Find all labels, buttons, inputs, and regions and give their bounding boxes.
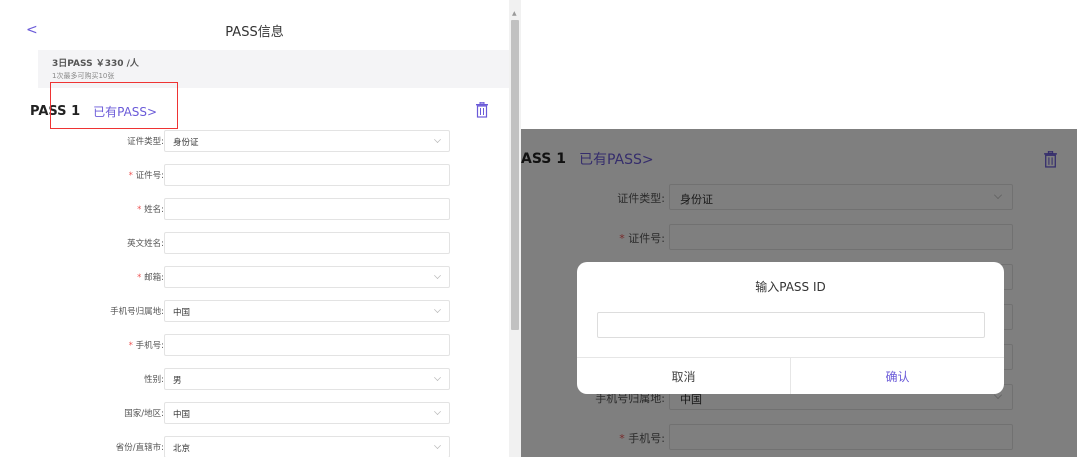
field-label: 国家/地区: <box>124 407 164 419</box>
field-label: * 邮箱: <box>137 271 164 283</box>
field-label-text: 手机号归属地: <box>110 307 164 317</box>
form-row: * 手机号: <box>0 334 509 356</box>
dialog-title: 输入PASS ID <box>755 280 826 294</box>
pass-limit-text: 1次最多可购买10张 <box>52 72 115 80</box>
text-field[interactable] <box>164 232 450 254</box>
field-label: * 证件号: <box>129 169 164 181</box>
chevron-down-icon <box>434 136 441 143</box>
select-field[interactable]: 中国 <box>164 402 450 424</box>
chevron-down-icon <box>434 272 441 279</box>
have-pass-label: 已有PASS <box>93 104 148 119</box>
nav-title: PASS信息 <box>225 25 284 40</box>
chevron-down-icon <box>434 374 441 381</box>
text-field[interactable] <box>164 164 450 186</box>
select-field[interactable]: 身份证 <box>164 130 450 152</box>
scroll-up-icon[interactable]: ▲ <box>512 10 517 17</box>
passenger-label: PASS 1 <box>30 103 81 119</box>
pass-id-dialog: 输入PASS ID 取消 确认 <box>577 262 1004 394</box>
field-label-text: 性别: <box>144 375 164 385</box>
field-label-text: 证件号: <box>135 171 164 181</box>
field-label: 手机号归属地: <box>110 305 164 317</box>
passenger-header: PASS 1 已有PASS> <box>30 102 157 120</box>
left-screen: < PASS信息 3日PASS ￥330 /人 1次最多可购买10张 PASS … <box>0 0 509 457</box>
field-label-text: 省份/直辖市: <box>115 443 164 453</box>
select-field[interactable]: 北京 <box>164 436 450 457</box>
field-label-text: 英文姓名: <box>127 239 164 249</box>
chevron-down-icon <box>434 408 441 415</box>
dialog-buttons: 取消 确认 <box>577 357 1004 394</box>
field-label: 证件类型: <box>127 135 164 147</box>
select-field[interactable] <box>164 266 450 288</box>
trash-icon[interactable] <box>475 102 489 118</box>
form-row: 省份/直辖市: 北京 <box>0 436 509 457</box>
field-value: 北京 <box>173 444 191 454</box>
required-marker: * <box>128 341 136 351</box>
form-row: * 姓名: <box>0 198 509 220</box>
text-field[interactable] <box>164 198 450 220</box>
field-label-text: 姓名: <box>144 205 164 215</box>
field-label-text: 证件类型: <box>127 137 164 147</box>
field-label: 英文姓名: <box>127 237 164 249</box>
field-value: 身份证 <box>173 138 199 148</box>
chevron-down-icon <box>434 306 441 313</box>
required-marker: * <box>128 171 136 181</box>
field-label-text: 邮箱: <box>144 273 164 283</box>
pass-id-input[interactable] <box>597 312 985 338</box>
form-row: 手机号归属地: 中国 <box>0 300 509 322</box>
field-value: 中国 <box>173 308 191 318</box>
field-value: 中国 <box>173 410 191 420</box>
field-label: 性别: <box>144 373 164 385</box>
field-label-text: 国家/地区: <box>124 409 164 419</box>
pass-summary-card: 3日PASS ￥330 /人 1次最多可购买10张 <box>38 50 509 88</box>
field-value: 男 <box>173 376 182 386</box>
select-field[interactable]: 男 <box>164 368 450 390</box>
screenshot-stage: < PASS信息 3日PASS ￥330 /人 1次最多可购买10张 PASS … <box>0 0 1077 457</box>
form-row: 性别: 男 <box>0 368 509 390</box>
confirm-button[interactable]: 确认 <box>791 358 1004 394</box>
field-label: * 手机号: <box>129 339 164 351</box>
scrollbar-thumb[interactable] <box>511 20 519 330</box>
form-row: * 证件号: <box>0 164 509 186</box>
field-label: 省份/直辖市: <box>116 441 164 453</box>
text-field[interactable] <box>164 334 450 356</box>
field-label: * 姓名: <box>137 203 164 215</box>
form-row: 证件类型: 身份证 <box>0 130 509 152</box>
form-row: 英文姓名: <box>0 232 509 254</box>
chevron-down-icon <box>434 442 441 449</box>
have-pass-link[interactable]: 已有PASS> <box>93 103 157 120</box>
select-field[interactable]: 中国 <box>164 300 450 322</box>
form-row: * 邮箱: <box>0 266 509 288</box>
field-label-text: 手机号: <box>135 341 164 351</box>
cancel-button[interactable]: 取消 <box>577 358 791 394</box>
pass-summary-text: 3日PASS ￥330 /人 <box>52 59 139 69</box>
chevron-right-icon: > <box>147 104 158 119</box>
form-row: 国家/地区: 中国 <box>0 402 509 424</box>
